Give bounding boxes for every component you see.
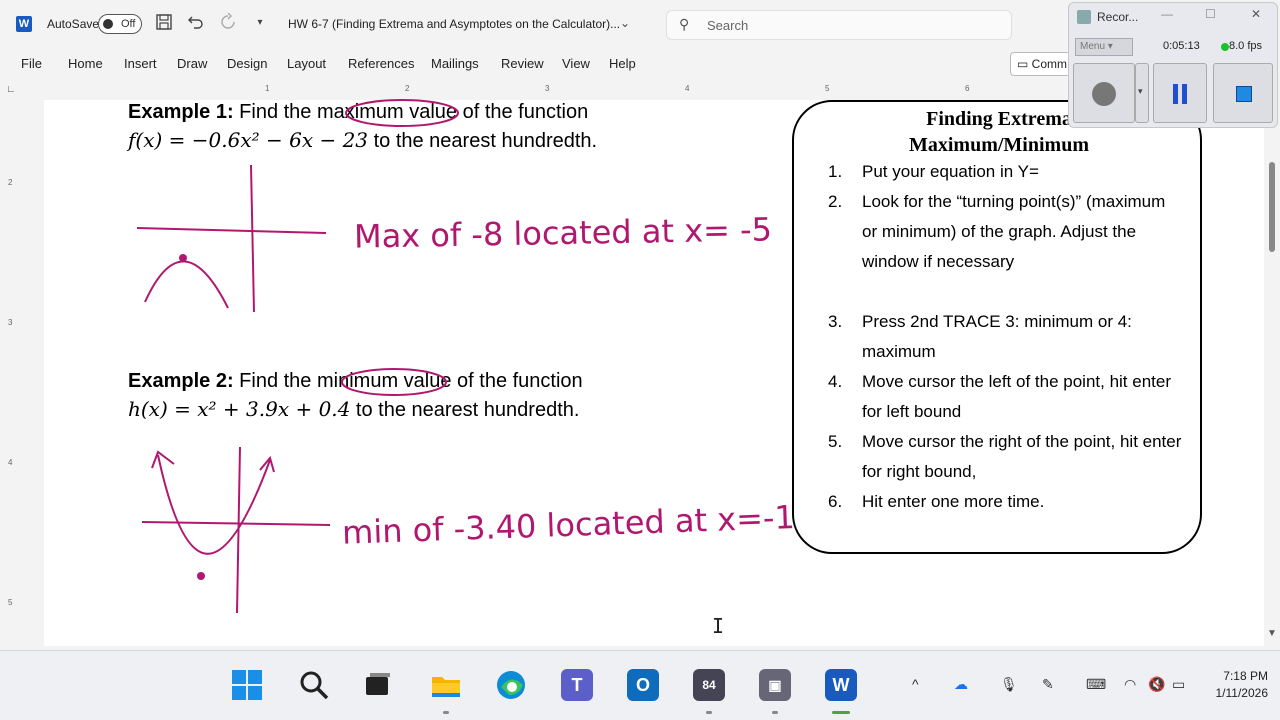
- ink-answer-1: Max of -8 located at x= -5: [353, 210, 773, 256]
- active-indicator: [832, 711, 850, 714]
- start-button[interactable]: [231, 669, 263, 701]
- battery-icon[interactable]: ▭: [1172, 676, 1185, 693]
- ink-parabola-down: [144, 260, 229, 309]
- step-text: Press 2nd TRACE 3: minimum or 4: maximum: [862, 312, 1132, 361]
- keyboard-icon[interactable]: ⌨: [1086, 676, 1106, 693]
- instructions-box: Finding Extrema Maximum/Minimum 1. Put y…: [792, 100, 1202, 554]
- step-text: Hit enter one more time.: [862, 492, 1045, 511]
- teams-icon[interactable]: T: [561, 669, 593, 701]
- vertical-scrollbar[interactable]: ▼: [1264, 100, 1280, 646]
- ink-axis-y1: [250, 164, 255, 313]
- ink-axis-x1: [136, 227, 327, 234]
- maximize-icon[interactable]: ☐: [1205, 7, 1216, 21]
- recording-status-dot: [1221, 43, 1229, 51]
- stop-button[interactable]: [1213, 63, 1273, 123]
- step-text: Move cursor the right of the point, hit …: [862, 432, 1182, 481]
- pause-icon: [1173, 84, 1178, 104]
- recorder-menu-label: Menu: [1080, 41, 1106, 52]
- search-taskbar-icon[interactable]: [298, 669, 330, 701]
- step-number: 2.: [828, 192, 843, 211]
- ink-axis-x2: [141, 521, 331, 526]
- dropdown-icon: ▾: [1138, 86, 1143, 96]
- system-clock[interactable]: 7:18 PM 1/11/2026: [1198, 668, 1269, 702]
- close-icon[interactable]: ✕: [1251, 7, 1261, 21]
- pause-icon-bar: [1182, 84, 1187, 104]
- ink-arrow-left: [151, 450, 175, 469]
- microphone-icon[interactable]: 🎙: [1000, 676, 1018, 693]
- running-indicator: [443, 711, 449, 714]
- show-hidden-icons-chevron[interactable]: ^: [912, 676, 919, 692]
- record-button[interactable]: [1073, 63, 1135, 123]
- step-number: 3.: [828, 312, 843, 331]
- clock-date: 1/11/2026: [1215, 686, 1269, 700]
- pen-icon[interactable]: ✎: [1042, 676, 1054, 693]
- volume-mute-icon[interactable]: 🔇: [1148, 676, 1165, 693]
- outlook-icon[interactable]: O: [627, 669, 659, 701]
- clock-time: 7:18 PM: [1223, 669, 1268, 683]
- onedrive-icon[interactable]: ☁: [954, 676, 968, 693]
- step-number: 5.: [828, 432, 843, 451]
- recorder-title: Recor...: [1097, 10, 1139, 24]
- stop-icon: [1236, 86, 1252, 102]
- pause-button[interactable]: [1153, 63, 1207, 123]
- step-number: 6.: [828, 492, 843, 511]
- text-cursor-icon: I: [712, 614, 725, 638]
- scroll-thumb[interactable]: [1269, 162, 1275, 252]
- record-options-button[interactable]: ▾: [1135, 63, 1149, 123]
- ink-parabola-up: [157, 454, 271, 555]
- recorder-taskbar-icon[interactable]: ▣: [759, 669, 791, 701]
- calculator-emulator-icon[interactable]: 84: [693, 669, 725, 701]
- record-icon: [1092, 82, 1116, 106]
- recorder-fps: 8.0 fps: [1229, 40, 1263, 52]
- screen-recorder-window[interactable]: Recor... — ☐ ✕ Menu ▾ 0:05:13 8.0 fps ▾: [1068, 2, 1278, 128]
- recorder-menu-dropdown[interactable]: Menu ▾: [1075, 38, 1133, 56]
- minimize-icon[interactable]: —: [1161, 7, 1173, 21]
- ink-circle-maximum: [345, 99, 459, 127]
- step-number: 4.: [828, 372, 843, 391]
- wifi-icon[interactable]: ◠: [1124, 676, 1136, 693]
- running-indicator: [772, 711, 778, 714]
- ink-max-point: [179, 254, 187, 262]
- recorder-elapsed: 0:05:13: [1163, 40, 1200, 52]
- task-view-icon[interactable]: [362, 669, 394, 701]
- step-text: Put your equation in Y=: [862, 162, 1039, 181]
- step-text: Look for the “turning point(s)” (maximum…: [862, 192, 1166, 271]
- running-indicator: [706, 711, 712, 714]
- word-taskbar-icon[interactable]: W: [825, 669, 857, 701]
- edge-icon[interactable]: [495, 669, 527, 701]
- step-number: 1.: [828, 162, 843, 181]
- ink-min-point: [197, 572, 205, 580]
- file-explorer-icon[interactable]: [430, 669, 462, 701]
- scroll-down-icon[interactable]: ▼: [1267, 628, 1277, 639]
- recorder-logo-icon: [1077, 10, 1091, 24]
- box-title-line2: Maximum/Minimum: [909, 134, 1089, 156]
- step-text: Move cursor the left of the point, hit e…: [862, 372, 1171, 421]
- ink-circle-minimum: [341, 368, 447, 396]
